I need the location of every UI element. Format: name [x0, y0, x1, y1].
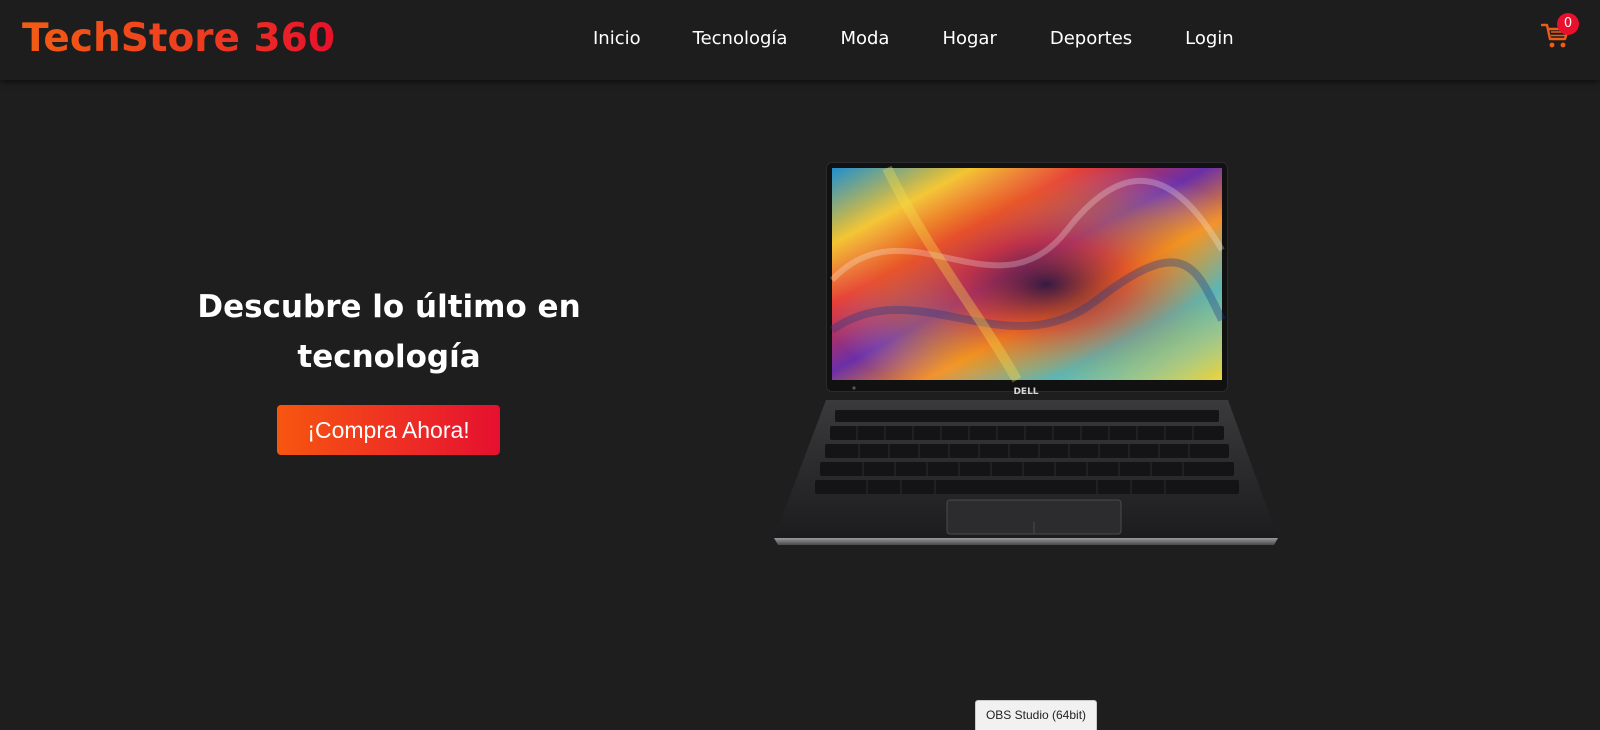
- laptop-brand-logo: DELL: [1013, 387, 1038, 397]
- laptop-product-image: DELL: [774, 162, 1278, 545]
- taskbar-tooltip: OBS Studio (64bit): [975, 700, 1097, 730]
- buy-now-button[interactable]: ¡Compra Ahora!: [277, 405, 500, 455]
- brand-logo[interactable]: TechStore 360: [22, 12, 335, 66]
- nav-link-moda[interactable]: Moda: [840, 26, 889, 52]
- nav-link-tecnologia[interactable]: Tecnología: [693, 26, 788, 52]
- nav-link-inicio[interactable]: Inicio: [593, 26, 641, 52]
- nav-link-hogar[interactable]: Hogar: [942, 26, 996, 52]
- cart-count-badge: 0: [1557, 13, 1579, 35]
- nav-link-deportes[interactable]: Deportes: [1050, 26, 1132, 52]
- hero-title: Descubre lo último en tecnología: [197, 289, 581, 375]
- main-nav: Inicio Tecnología Moda Hogar Deportes Lo…: [593, 26, 1234, 52]
- navbar: TechStore 360 Inicio Tecnología Moda Hog…: [0, 0, 1600, 80]
- nav-link-login[interactable]: Login: [1185, 26, 1234, 52]
